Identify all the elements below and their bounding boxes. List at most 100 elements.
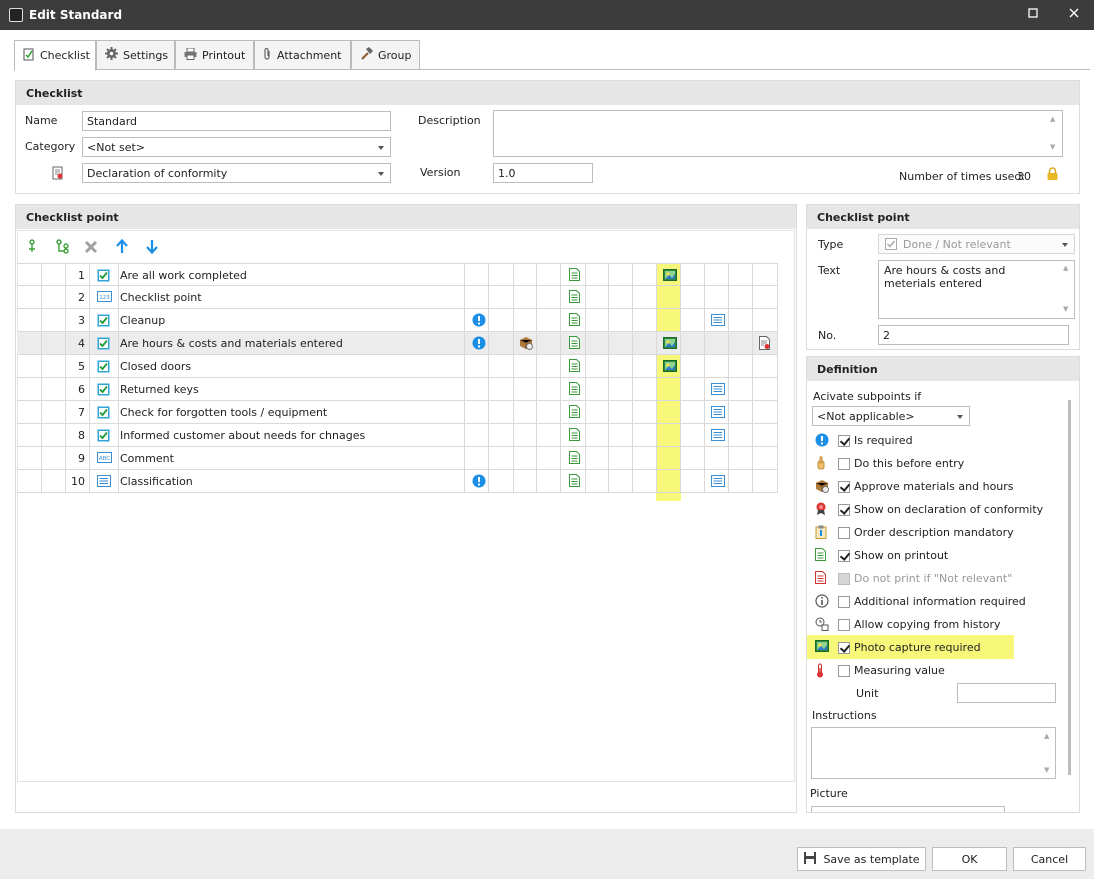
add-point-icon[interactable] xyxy=(27,239,39,255)
category-select[interactable]: <Not set> xyxy=(82,137,391,157)
printout-icon xyxy=(569,290,580,303)
checklist-icon xyxy=(23,48,35,64)
definition-option[interactable]: Photo capture required xyxy=(811,639,1061,659)
tab-group[interactable]: Group xyxy=(351,40,420,70)
option-checkbox[interactable] xyxy=(838,642,850,654)
definition-scrollbar[interactable] xyxy=(1068,400,1071,775)
maximize-button[interactable] xyxy=(1024,6,1042,24)
tab-checklist[interactable]: Checklist xyxy=(14,40,96,71)
scroll-down-icon[interactable]: ▼ xyxy=(1063,305,1091,313)
table-row[interactable]: 2 123 Checklist point xyxy=(17,286,778,309)
row-number: 4 xyxy=(78,337,85,350)
definition-option[interactable]: Measuring value xyxy=(811,662,1061,682)
checklist-header: Checklist xyxy=(16,81,1079,105)
scroll-down-icon[interactable]: ▼ xyxy=(1050,143,1091,151)
option-checkbox[interactable] xyxy=(838,596,850,608)
required-icon xyxy=(472,313,486,327)
no-label: No. xyxy=(818,329,837,342)
table-row[interactable]: 4 Are hours & costs and materials entered xyxy=(17,332,778,355)
check-type-icon xyxy=(97,269,110,282)
scroll-up-icon[interactable]: ▲ xyxy=(1050,115,1091,123)
unit-label: Unit xyxy=(856,687,879,700)
option-checkbox[interactable] xyxy=(838,504,850,516)
option-checkbox[interactable] xyxy=(838,458,850,470)
definition-option[interactable]: Order description mandatory xyxy=(811,524,1061,544)
activate-label: Acivate subpoints if xyxy=(813,390,922,403)
add-subpoint-icon[interactable] xyxy=(55,239,69,255)
table-row[interactable]: 9 ABC Comment xyxy=(17,447,778,470)
dialog-footer: Save as template OK Cancel xyxy=(0,829,1094,879)
definition-option[interactable]: Do this before entry xyxy=(811,455,1061,475)
tab-settings[interactable]: Settings xyxy=(96,40,175,70)
name-input[interactable]: Standard xyxy=(82,111,391,131)
window-title: Edit Standard xyxy=(29,8,123,22)
option-checkbox[interactable] xyxy=(838,550,850,562)
scroll-up-icon[interactable]: ▲ xyxy=(1044,732,1091,740)
definition-option[interactable]: Approve materials and hours xyxy=(811,478,1061,498)
close-button[interactable] xyxy=(1065,6,1083,24)
version-input[interactable]: 1.0 xyxy=(493,163,593,183)
definition-header: Definition xyxy=(807,357,1079,381)
tab-printout[interactable]: Printout xyxy=(175,40,254,70)
lock-icon[interactable] xyxy=(1046,167,1059,181)
table-row[interactable]: 8 Informed customer about needs for chnag… xyxy=(17,424,778,447)
ok-button[interactable]: OK xyxy=(932,847,1007,871)
option-label: Do not print if "Not relevant" xyxy=(854,572,1013,585)
table-row[interactable]: 7 Check for forgotten tools / equipment xyxy=(17,401,778,424)
photo-icon xyxy=(663,337,677,349)
list-type-icon xyxy=(97,475,111,487)
clipboard-icon xyxy=(815,525,827,539)
activate-select[interactable]: <Not applicable> xyxy=(812,406,970,426)
checkbox-type-icon xyxy=(885,238,897,253)
printout-icon xyxy=(569,428,580,441)
checklist-points-header: Checklist point xyxy=(16,205,796,229)
option-checkbox[interactable] xyxy=(838,481,850,493)
printout-icon xyxy=(569,336,580,349)
point-text: Checklist point xyxy=(120,291,202,304)
table-row[interactable]: 10 Classification xyxy=(17,470,778,493)
row-number: 1 xyxy=(78,269,85,282)
point-text-textarea[interactable]: Are hours & costs and meterials entered xyxy=(878,260,1075,319)
option-label: Approve materials and hours xyxy=(854,480,1014,493)
point-text: Informed customer about needs for chnage… xyxy=(120,429,366,442)
scroll-up-icon[interactable]: ▲ xyxy=(1063,264,1091,272)
definition-option[interactable]: Additional information required xyxy=(811,593,1061,613)
definition-option[interactable]: Show on printout xyxy=(811,547,1061,567)
description-textarea[interactable] xyxy=(493,110,1063,157)
unit-input[interactable] xyxy=(957,683,1056,703)
table-row[interactable]: 3 Cleanup xyxy=(17,309,778,332)
times-used-label: Number of times used: xyxy=(899,170,1026,183)
option-checkbox[interactable] xyxy=(838,665,850,677)
table-row[interactable]: 6 Returned keys xyxy=(17,378,778,401)
scroll-down-icon[interactable]: ▼ xyxy=(1044,766,1091,774)
number-type-icon: 123 xyxy=(97,291,112,302)
point-text: Classification xyxy=(120,475,193,488)
point-text: Comment xyxy=(120,452,174,465)
instructions-textarea[interactable] xyxy=(811,727,1056,779)
conformity-document-icon xyxy=(52,166,64,180)
definition-option[interactable]: Allow copying from history xyxy=(811,616,1061,636)
move-up-icon[interactable] xyxy=(116,238,128,254)
picture-field[interactable] xyxy=(811,806,1005,812)
move-down-icon[interactable] xyxy=(146,239,158,255)
delete-icon[interactable] xyxy=(84,240,98,254)
definition-option[interactable]: Do not print if "Not relevant" xyxy=(811,570,1061,590)
title-bar: Edit Standard xyxy=(0,0,1094,30)
tab-attachment[interactable]: Attachment xyxy=(254,40,351,70)
type-select[interactable]: Done / Not relevant xyxy=(878,234,1075,254)
row-number: 2 xyxy=(78,291,85,304)
tab-label: Printout xyxy=(202,48,246,62)
save-as-template-button[interactable]: Save as template xyxy=(797,847,926,871)
definition-option[interactable]: Show on declaration of conformity xyxy=(811,501,1061,521)
point-no-input[interactable]: 2 xyxy=(878,325,1069,345)
cancel-button[interactable]: Cancel xyxy=(1013,847,1086,871)
table-row[interactable]: 5 Closed doors xyxy=(17,355,778,378)
option-checkbox[interactable] xyxy=(838,527,850,539)
option-checkbox[interactable] xyxy=(838,435,850,447)
definition-option[interactable]: Is required xyxy=(811,432,1061,452)
option-checkbox[interactable] xyxy=(838,619,850,631)
app-icon xyxy=(9,8,23,22)
conformity-select[interactable]: Declaration of conformity xyxy=(82,163,391,183)
type-label: Type xyxy=(818,238,844,251)
table-row[interactable]: 1 Are all work completed xyxy=(17,263,778,287)
